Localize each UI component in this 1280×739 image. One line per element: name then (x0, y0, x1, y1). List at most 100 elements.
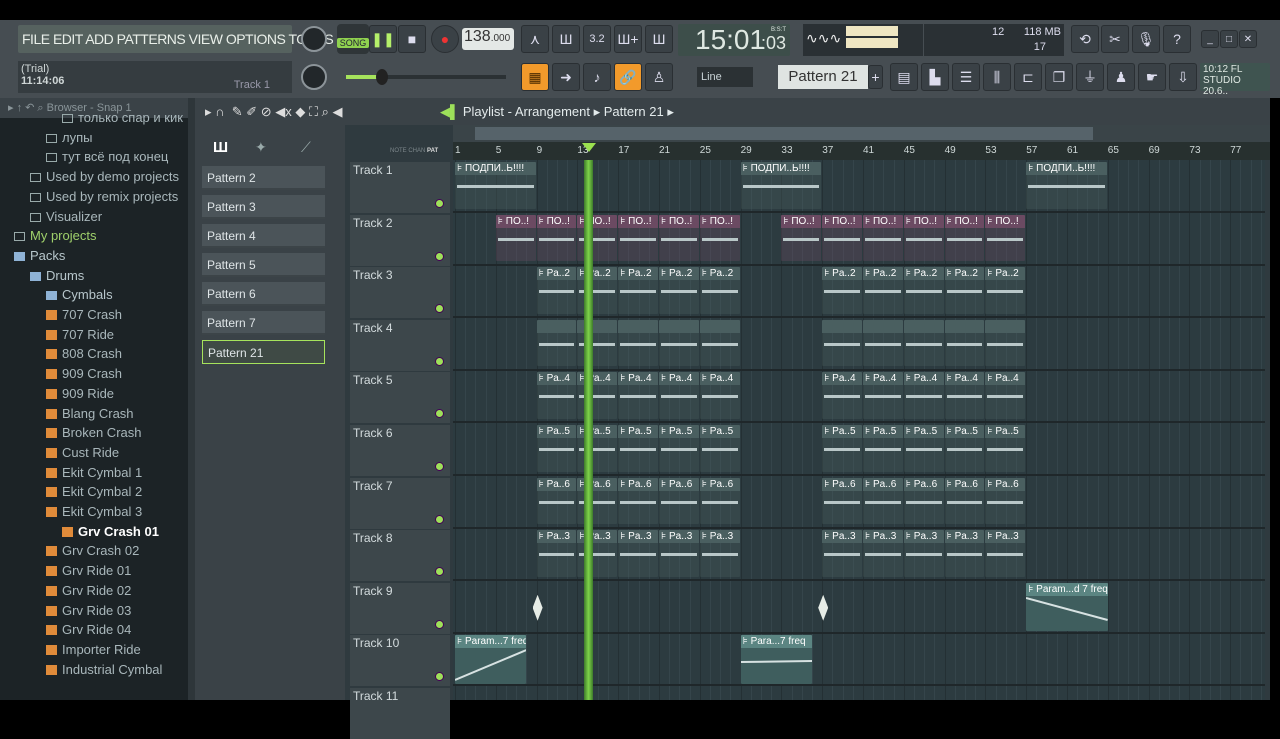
pattern-clip[interactable]: ⊧ Pa..2 (863, 267, 903, 314)
browser-item[interactable]: Industrial Cymbal (46, 662, 162, 677)
browser-scrollbar[interactable] (188, 98, 195, 700)
slider-handle[interactable] (376, 69, 388, 85)
pattern-clip[interactable] (985, 319, 1026, 367)
playlist-icon[interactable]: ▤ (890, 63, 918, 91)
browser-item[interactable]: Ekit Cymbal 3 (46, 504, 142, 519)
track-mute-led[interactable] (435, 462, 444, 471)
browser-item[interactable]: Used by remix projects (30, 189, 178, 204)
track-mute-led[interactable] (435, 672, 444, 682)
link-icon[interactable]: 🔗 (614, 63, 642, 91)
cut-icon[interactable]: ✂ (1101, 25, 1129, 53)
pattern-clip[interactable]: ⊧ Pa..5 (659, 425, 699, 472)
pattern-clip[interactable]: ⊧ ПО..! (495, 214, 536, 262)
track-mute-led[interactable] (435, 409, 444, 419)
pattern-clip[interactable] (699, 319, 740, 367)
tempo-field[interactable]: 138.000 (462, 28, 514, 50)
pattern-clip[interactable]: ⊧ Pa..2 (536, 267, 577, 314)
metronome-icon[interactable]: ⋏ (521, 25, 549, 53)
pattern-clip[interactable]: ⊧ Pa..5 (903, 425, 944, 472)
undo-icon[interactable]: ⟲ (1071, 25, 1099, 53)
pattern-clip[interactable]: ⊧ ПОДПИ..Ь!!!! (455, 162, 536, 209)
track-mute-led[interactable] (435, 514, 444, 524)
playhead-marker[interactable] (581, 143, 596, 152)
pattern-clip[interactable]: ⊧ ПО..! (536, 214, 577, 262)
browser-item[interactable]: Ekit Cymbal 1 (46, 465, 142, 480)
pattern-item[interactable]: Pattern 3 (202, 195, 325, 219)
browser-item[interactable]: Blang Crash (46, 406, 134, 421)
pattern-item[interactable]: Pattern 2 (202, 166, 325, 190)
automation-clip[interactable]: ⊧ Param...7 freq (455, 635, 527, 684)
browser-item[interactable]: My projects (14, 228, 96, 243)
record-button[interactable]: ● (431, 25, 459, 53)
master-volume-knob[interactable] (301, 26, 327, 52)
track-header[interactable]: Track 4 (350, 319, 450, 371)
snap-selector[interactable]: Line (697, 67, 753, 87)
pattern-clip[interactable]: ⊧ Pa..3 (699, 530, 740, 577)
automation-mode-icon[interactable]: ⟋ (301, 139, 311, 156)
pattern-clip[interactable]: ⊧ Pa..5 (536, 425, 577, 472)
browser-item[interactable]: Packs (14, 248, 65, 263)
project-icon[interactable]: ❐ (1045, 63, 1073, 91)
minimize-button[interactable]: _ (1201, 30, 1219, 48)
pat-song-toggle[interactable]: SONG (337, 24, 369, 54)
pattern-clip[interactable]: ⊧ Pa..6 (944, 477, 985, 525)
pattern-clip[interactable]: ⊧ Pa..6 (822, 477, 862, 525)
song-position-display[interactable]: 15:01 :03 B:S:T (678, 24, 790, 56)
pattern-clip[interactable] (618, 319, 658, 367)
track-mute-led[interactable] (435, 567, 444, 577)
pattern-clip[interactable]: ⊧ Pa..4 (618, 372, 658, 419)
play-pause-button[interactable]: ❚❚ (369, 25, 397, 53)
pattern-clip[interactable]: ⊧ Pa..6 (903, 477, 944, 525)
pattern-clip[interactable]: ⊧ Pa..4 (822, 372, 862, 419)
typing-keyboard-icon[interactable]: ▦ (521, 63, 549, 91)
wait-record-icon[interactable]: Ш (552, 25, 580, 53)
browser-item[interactable]: Ekit Cymbal 2 (46, 484, 142, 499)
timeline-scrollbar[interactable] (453, 125, 1270, 142)
browser-item[interactable]: тут всё под конец (46, 149, 168, 164)
pattern-clip[interactable]: ⊧ Pa..3 (659, 530, 699, 577)
pattern-clip[interactable]: ⊧ Pa..5 (618, 425, 658, 472)
pattern-clip[interactable] (536, 319, 577, 367)
pattern-clip[interactable]: ⊧ Pa..6 (985, 477, 1026, 525)
track-mute-led[interactable] (435, 199, 444, 208)
browser-item[interactable]: 707 Ride (46, 327, 114, 342)
pattern-clip[interactable]: ⊧ Pa..4 (536, 372, 577, 419)
pattern-clip[interactable] (944, 319, 985, 367)
browser-item[interactable]: Cust Ride (46, 445, 119, 460)
pattern-clip[interactable]: ⊧ Pa..5 (985, 425, 1026, 472)
track-mute-led[interactable] (435, 356, 444, 366)
pattern-clip[interactable]: ⊧ ПО..! (659, 214, 699, 262)
browser-item[interactable]: 909 Ride (46, 386, 114, 401)
pattern-clip[interactable]: ⊧ Pa..2 (659, 267, 699, 314)
track-header[interactable]: Track 9 (350, 582, 450, 634)
browser-item[interactable]: Visualizer (30, 209, 102, 224)
piano-roll-icon[interactable]: ▙ (921, 63, 949, 91)
plugin-icon[interactable]: ⏚ (1076, 63, 1104, 91)
track-header[interactable]: Track 3 (350, 267, 450, 319)
browser-item[interactable]: Grv Crash 02 (46, 543, 139, 558)
playlist-tools[interactable]: ▸ ∩ ✎ ✐ ⊘ ◀x ◆ ⛶ ⌕ ◀ (195, 98, 345, 125)
playlist-breadcrumb[interactable]: Pattern 21 (604, 104, 664, 119)
track-header[interactable]: Track 1 (350, 162, 450, 213)
pattern-clip[interactable]: ⊧ Pa..2 (618, 267, 658, 314)
pattern-clip[interactable]: ⊧ Pa..3 (536, 530, 577, 577)
close-button[interactable]: ✕ (1239, 30, 1257, 48)
pattern-item[interactable]: Pattern 7 (202, 311, 325, 335)
pattern-selector[interactable]: Pattern 21 (778, 65, 868, 89)
slide-icon[interactable]: ♪ (583, 63, 611, 91)
browser-item[interactable]: Grv Ride 01 (46, 563, 131, 578)
pattern-clip[interactable]: ⊧ Pa..4 (699, 372, 740, 419)
pattern-clip[interactable]: ⊧ ПО..! (781, 214, 822, 262)
pattern-clip[interactable]: ⊧ Pa..4 (863, 372, 903, 419)
pattern-clip[interactable]: ⊧ Pa..5 (944, 425, 985, 472)
automation-clip[interactable]: ⊧ Para...7 freq (740, 635, 812, 684)
stop-button[interactable]: ■ (398, 25, 426, 53)
pattern-clip[interactable]: ⊧ Pa..3 (822, 530, 862, 577)
track-mute-led[interactable] (435, 619, 444, 629)
pattern-clip[interactable]: ⊧ Pa..3 (985, 530, 1026, 577)
track-header[interactable]: Track 10 (350, 635, 450, 687)
pattern-clip[interactable]: ⊧ ПО..! (944, 214, 985, 262)
pattern-clip[interactable] (659, 319, 699, 367)
maximize-button[interactable]: □ (1220, 30, 1238, 48)
pattern-clip[interactable]: ⊧ Pa..4 (944, 372, 985, 419)
